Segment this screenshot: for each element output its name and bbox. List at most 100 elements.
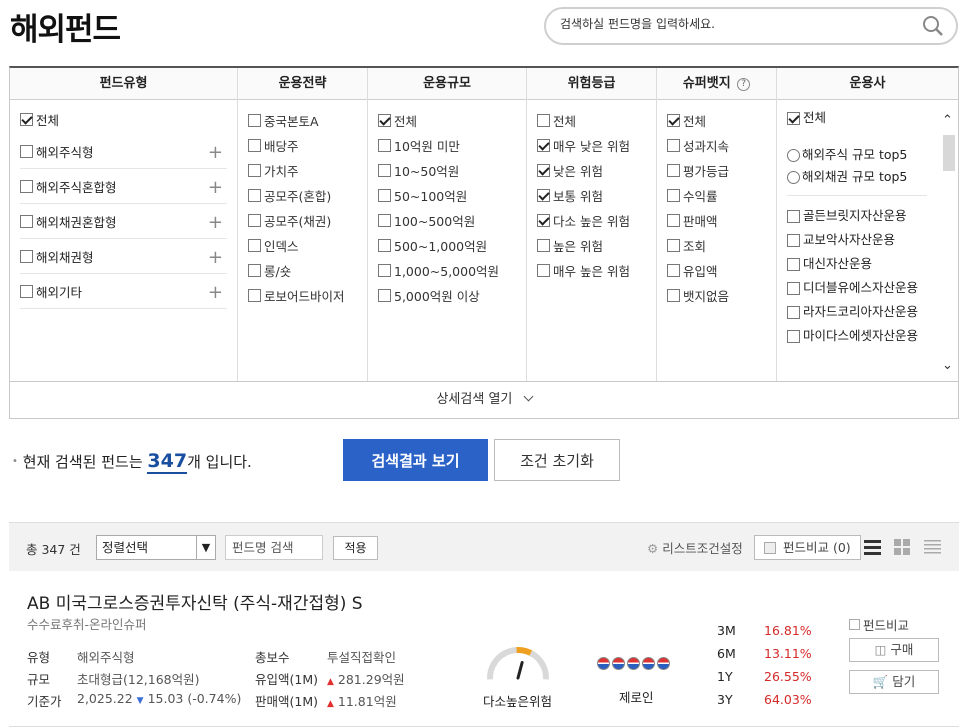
checkbox-icon[interactable] (667, 139, 680, 152)
expand-plus-icon[interactable]: + (208, 142, 223, 163)
checkbox-icon[interactable] (248, 114, 261, 127)
checkbox-icon[interactable] (248, 214, 261, 227)
list-view-icon[interactable] (864, 539, 881, 555)
checkbox-icon[interactable] (667, 114, 680, 127)
risk-option[interactable]: 보통 위험 (537, 183, 646, 208)
grid-view-icon[interactable] (894, 539, 911, 555)
compare-funds-button[interactable]: 펀드비교 (0) (754, 535, 861, 560)
company-option[interactable]: 골든브릿지자산운용 (787, 202, 937, 226)
size-option[interactable]: 전체 (378, 108, 516, 133)
search-box[interactable] (544, 7, 958, 45)
chevron-down-icon[interactable]: ▼ (196, 536, 215, 559)
checkbox-icon[interactable] (787, 258, 800, 271)
checkbox-icon[interactable] (787, 306, 800, 319)
company-option[interactable]: 교보악사자산운용 (787, 226, 937, 250)
checkbox-icon[interactable] (20, 284, 33, 298)
checkbox-icon[interactable] (537, 164, 550, 177)
checkbox-icon[interactable] (378, 264, 391, 277)
expand-plus-icon[interactable]: + (208, 282, 223, 303)
checkbox-icon[interactable] (667, 264, 680, 277)
checkbox-icon[interactable] (537, 239, 550, 252)
checkbox-icon[interactable] (248, 164, 261, 177)
risk-option[interactable]: 매우 낮은 위험 (537, 133, 646, 158)
checkbox-icon[interactable] (20, 214, 33, 228)
show-results-button[interactable]: 검색결과 보기 (343, 439, 488, 481)
checkbox-icon[interactable] (378, 239, 391, 252)
checkbox-icon[interactable] (667, 289, 680, 302)
scroll-down-icon[interactable]: ⌄ (942, 358, 953, 373)
checkbox-icon[interactable] (378, 289, 391, 302)
size-option[interactable]: 500~1,000억원 (378, 233, 516, 258)
company-option-all[interactable]: 전체 (787, 108, 937, 131)
company-scrollbar[interactable]: ⌃ ⌄ (938, 101, 958, 381)
checkbox-icon[interactable] (378, 214, 391, 227)
company-option[interactable]: 라자드코리아자산운용 (787, 298, 937, 322)
checkbox-icon[interactable] (20, 144, 33, 158)
company-top5-radio[interactable]: 해외채권 규모 top5 (787, 165, 937, 187)
card-compare-checkbox[interactable]: 펀드비교 (849, 615, 909, 634)
reset-conditions-button[interactable]: 조건 초기화 (494, 439, 620, 481)
checkbox-icon[interactable] (537, 214, 550, 227)
checkbox-icon[interactable] (248, 264, 261, 277)
size-option[interactable]: 50~100억원 (378, 183, 516, 208)
checkbox-icon[interactable] (378, 139, 391, 152)
checkbox-icon[interactable] (378, 189, 391, 202)
sort-select[interactable]: 정렬선택 ▼ (96, 535, 216, 560)
checkbox-icon[interactable] (787, 210, 800, 223)
checkbox-icon[interactable] (787, 112, 800, 125)
checkbox-icon[interactable] (248, 289, 261, 302)
checkbox-icon[interactable] (20, 179, 33, 193)
super-badge-option[interactable]: 성과지속 (667, 133, 766, 158)
checkbox-icon[interactable] (378, 114, 391, 127)
scroll-thumb[interactable] (943, 135, 955, 171)
risk-option[interactable]: 매우 높은 위험 (537, 258, 646, 283)
company-option[interactable]: 대신자산운용 (787, 250, 937, 274)
checkbox-icon[interactable] (667, 164, 680, 177)
buy-button[interactable]: ◫ 구매 (849, 638, 939, 662)
size-option[interactable]: 100~500억원 (378, 208, 516, 233)
super-badge-option[interactable]: 조회 (667, 233, 766, 258)
search-icon[interactable] (922, 15, 944, 37)
company-option[interactable]: 마이다스에셋자산운용 (787, 322, 937, 346)
checkbox-icon[interactable] (537, 264, 550, 277)
strategy-option[interactable]: 중국본토A (248, 108, 357, 133)
risk-option[interactable]: 전체 (537, 108, 646, 133)
expand-plus-icon[interactable]: + (208, 247, 223, 268)
compact-list-icon[interactable] (924, 539, 941, 555)
checkbox-icon[interactable] (787, 330, 800, 343)
risk-option[interactable]: 높은 위험 (537, 233, 646, 258)
checkbox-icon[interactable] (378, 164, 391, 177)
size-option[interactable]: 10억원 미만 (378, 133, 516, 158)
company-option[interactable]: 디더블유에스자산운용 (787, 274, 937, 298)
company-top5-radio[interactable]: 해외주식 규모 top5 (787, 143, 937, 165)
checkbox-icon[interactable] (537, 114, 550, 127)
strategy-option[interactable]: 공모주(채권) (248, 208, 357, 233)
fund-type-option[interactable]: 해외채권혼합형 + (20, 204, 227, 239)
super-badge-option[interactable]: 전체 (667, 108, 766, 133)
checkbox-icon[interactable] (849, 619, 860, 630)
expand-plus-icon[interactable]: + (208, 177, 223, 198)
checkbox-icon[interactable] (667, 189, 680, 202)
checkbox-icon[interactable] (248, 139, 261, 152)
strategy-option[interactable]: 롱/숏 (248, 258, 357, 283)
fund-type-option[interactable]: 해외주식혼합형 + (20, 169, 227, 204)
detail-search-toggle[interactable]: 상세검색 열기 (9, 382, 959, 419)
checkbox-icon[interactable] (20, 249, 33, 263)
apply-button[interactable]: 적용 (333, 536, 378, 560)
size-option[interactable]: 1,000~5,000억원 (378, 258, 516, 283)
fund-type-option[interactable]: 해외주식형 + (20, 134, 227, 169)
expand-plus-icon[interactable]: + (208, 212, 223, 233)
fund-type-option[interactable]: 전체 (20, 104, 227, 134)
fund-type-option[interactable]: 해외채권형 + (20, 239, 227, 274)
super-badge-option[interactable]: 유입액 (667, 258, 766, 283)
strategy-option[interactable]: 공모주(혼합) (248, 183, 357, 208)
scroll-up-icon[interactable]: ⌃ (942, 113, 953, 128)
size-option[interactable]: 10~50억원 (378, 158, 516, 183)
radio-icon[interactable] (787, 171, 800, 184)
risk-option[interactable]: 다소 높은 위험 (537, 208, 646, 233)
strategy-option[interactable]: 가치주 (248, 158, 357, 183)
risk-option[interactable]: 낮은 위험 (537, 158, 646, 183)
strategy-option[interactable]: 배당주 (248, 133, 357, 158)
checkbox-icon[interactable] (787, 282, 800, 295)
checkbox-icon[interactable] (667, 239, 680, 252)
